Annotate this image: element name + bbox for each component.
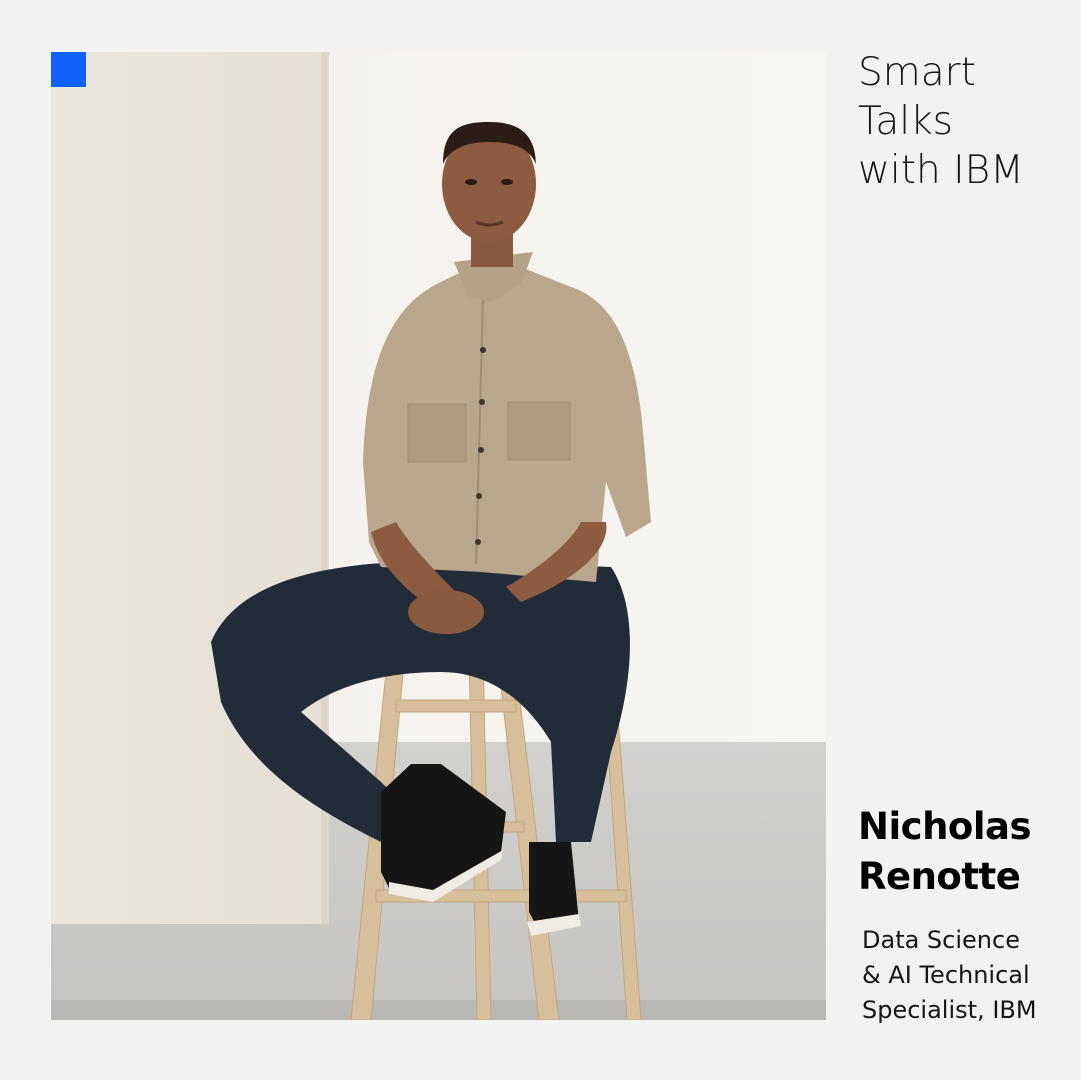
guest-name-line: Nicholas	[858, 805, 1032, 848]
guest-name-line: Renotte	[858, 855, 1021, 898]
show-title: Smart Talks with IBM	[858, 48, 1024, 195]
guest-role-line: & AI Technical	[862, 961, 1030, 989]
guest-portrait-photo	[51, 52, 826, 1020]
guest-role: Data Science & AI Technical Specialist, …	[862, 923, 1037, 1028]
guest-role-line: Data Science	[862, 926, 1020, 954]
show-title-line: Talks	[858, 99, 954, 144]
guest-role-line: Specialist, IBM	[862, 996, 1037, 1024]
guest-name: Nicholas Renotte	[858, 802, 1032, 902]
show-title-line: with IBM	[858, 148, 1024, 193]
show-title-line: Smart	[858, 50, 976, 95]
brand-accent-square	[51, 52, 86, 87]
